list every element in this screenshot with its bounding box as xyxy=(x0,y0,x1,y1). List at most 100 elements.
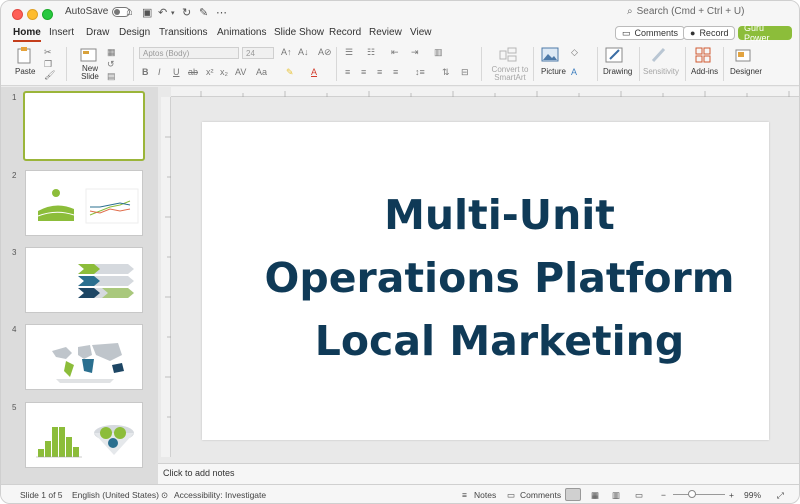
clipboard-icon[interactable] xyxy=(15,46,35,64)
slide-title[interactable]: Multi-Unit Operations Platform Local Mar… xyxy=(202,184,769,373)
superscript-icon[interactable]: x² xyxy=(206,67,214,77)
section-icon[interactable]: ▤ xyxy=(107,71,116,82)
slide-sorter-icon[interactable]: ▦ xyxy=(591,490,599,501)
textbox-icon[interactable]: A xyxy=(571,67,577,77)
redo-icon[interactable]: ↻ xyxy=(182,6,191,19)
tab-transitions[interactable]: Transitions xyxy=(159,27,208,42)
home-icon[interactable]: ⌂ xyxy=(126,6,133,18)
new-slide-icon[interactable] xyxy=(79,46,99,64)
sensitivity-icon[interactable] xyxy=(650,46,670,64)
tab-record[interactable]: Record xyxy=(329,27,361,42)
drawing-label[interactable]: Drawing xyxy=(603,67,632,76)
tab-view[interactable]: View xyxy=(410,27,432,42)
slide-canvas[interactable]: Multi-Unit Operations Platform Local Mar… xyxy=(202,122,769,440)
record-button[interactable]: ● Record xyxy=(683,26,736,40)
vertical-ruler[interactable] xyxy=(161,97,171,457)
convert-smartart-label[interactable]: Convert to SmartArt xyxy=(489,66,531,82)
char-spacing-icon[interactable]: AV xyxy=(235,67,246,77)
fit-to-window-icon[interactable]: ⤢ xyxy=(777,490,784,501)
search-box[interactable]: ⌕ Search (Cmd + Ctrl + U) xyxy=(627,6,744,17)
zoom-level[interactable]: 99% xyxy=(744,490,761,500)
zoom-in-icon[interactable]: + xyxy=(729,490,734,500)
font-color-icon[interactable]: A xyxy=(311,67,317,77)
reset-icon[interactable]: ↺ xyxy=(107,59,115,70)
thumbnail-slide-5[interactable] xyxy=(25,402,143,468)
notes-icon[interactable]: ≡ xyxy=(462,490,467,500)
thumbnail-slide-2[interactable] xyxy=(25,170,143,236)
sensitivity-label[interactable]: Sensitivity xyxy=(643,67,679,76)
clear-format-icon[interactable]: A⊘ xyxy=(318,47,332,58)
format-painter-icon[interactable]: ✎ xyxy=(199,6,208,19)
font-size-select[interactable]: 24 xyxy=(242,47,274,59)
tab-draw[interactable]: Draw xyxy=(86,27,109,42)
smartart-icon[interactable] xyxy=(499,46,519,64)
shapes-icon[interactable]: ◇ xyxy=(571,47,578,58)
addins-icon[interactable] xyxy=(694,46,714,64)
tab-design[interactable]: Design xyxy=(119,27,150,42)
subscript-icon[interactable]: x₂ xyxy=(220,67,228,77)
more-icon[interactable]: ⋯ xyxy=(216,6,227,19)
indent-icon[interactable]: ⇤ xyxy=(391,47,399,58)
align-right-icon[interactable]: ≡ xyxy=(377,67,382,77)
font-name-select[interactable]: Aptos (Body) xyxy=(139,47,239,59)
strikethrough-icon[interactable]: ab xyxy=(188,67,198,77)
notes-pane[interactable]: Click to add notes xyxy=(158,463,799,484)
reading-view-icon[interactable]: ▥ xyxy=(612,490,620,501)
tab-slide-show[interactable]: Slide Show xyxy=(274,27,324,42)
tab-review[interactable]: Review xyxy=(369,27,402,42)
highlight-icon[interactable]: ✎ xyxy=(286,67,294,78)
thumbnail-slide-1[interactable] xyxy=(23,91,145,161)
horizontal-ruler[interactable] xyxy=(171,87,799,97)
picture-icon[interactable] xyxy=(541,46,561,64)
line-spacing-icon[interactable]: ↕≡ xyxy=(415,67,425,77)
italic-icon[interactable]: I xyxy=(158,67,161,77)
minimize-window-button[interactable] xyxy=(27,9,38,20)
underline-icon[interactable]: U xyxy=(173,67,180,77)
tab-animations[interactable]: Animations xyxy=(217,27,266,42)
bold-icon[interactable]: B xyxy=(142,67,149,77)
new-slide-label[interactable]: New Slide xyxy=(79,65,101,81)
comments-button[interactable]: ▭ Comments xyxy=(615,26,686,40)
notes-toggle[interactable]: Notes xyxy=(474,490,496,500)
tab-home[interactable]: Home xyxy=(13,27,41,42)
outdent-icon[interactable]: ⇥ xyxy=(411,47,419,58)
designer-label[interactable]: Designer xyxy=(730,67,762,76)
zoom-slider[interactable] xyxy=(673,494,725,495)
comments-toggle[interactable]: Comments xyxy=(520,490,561,500)
drawing-icon[interactable] xyxy=(605,46,625,64)
zoom-out-icon[interactable]: − xyxy=(661,490,666,500)
justify-icon[interactable]: ≡ xyxy=(393,67,398,77)
decrease-font-icon[interactable]: A↓ xyxy=(298,47,309,57)
guru-power-button[interactable]: Guru Power xyxy=(738,23,792,43)
save-icon[interactable]: ▣ xyxy=(142,6,152,19)
thumbnail-slide-4[interactable] xyxy=(25,324,143,390)
zoom-slider-handle[interactable] xyxy=(688,490,696,498)
undo-icon[interactable]: ↶ xyxy=(158,6,167,19)
columns-icon[interactable]: ▥ xyxy=(434,47,443,58)
align-center-icon[interactable]: ≡ xyxy=(361,67,366,77)
language-indicator[interactable]: English (United States) xyxy=(72,490,159,500)
paste-label[interactable]: Paste xyxy=(15,67,35,76)
zoom-window-button[interactable] xyxy=(42,9,53,20)
increase-font-icon[interactable]: A↑ xyxy=(281,47,292,57)
copy-icon[interactable]: ❐ xyxy=(44,59,52,70)
change-case-icon[interactable]: Aa xyxy=(256,67,267,77)
numbering-icon[interactable]: ☷ xyxy=(367,47,375,58)
slide-thumbnails-pane[interactable]: 1 2 3 4 5 xyxy=(1,87,158,484)
close-window-button[interactable] xyxy=(12,9,23,20)
accessibility-icon[interactable]: ⊙ xyxy=(161,490,168,501)
text-direction-icon[interactable]: ⇅ xyxy=(442,67,450,78)
align-left-icon[interactable]: ≡ xyxy=(345,67,350,77)
bullets-icon[interactable]: ☰ xyxy=(345,47,353,58)
normal-view-button[interactable] xyxy=(565,488,581,501)
accessibility-status[interactable]: Accessibility: Investigate xyxy=(174,490,266,500)
format-painter-brush-icon[interactable]: 🖌 xyxy=(44,70,55,81)
designer-icon[interactable] xyxy=(734,46,754,64)
undo-dropdown-icon[interactable]: ▾ xyxy=(171,9,175,17)
align-text-icon[interactable]: ⊟ xyxy=(461,67,469,78)
thumbnail-slide-3[interactable] xyxy=(25,247,143,313)
picture-label[interactable]: Picture xyxy=(541,67,566,76)
comments-status-icon[interactable]: ▭ xyxy=(507,490,515,501)
addins-label[interactable]: Add-ins xyxy=(691,67,718,76)
layout-icon[interactable]: ▦ xyxy=(107,47,116,58)
